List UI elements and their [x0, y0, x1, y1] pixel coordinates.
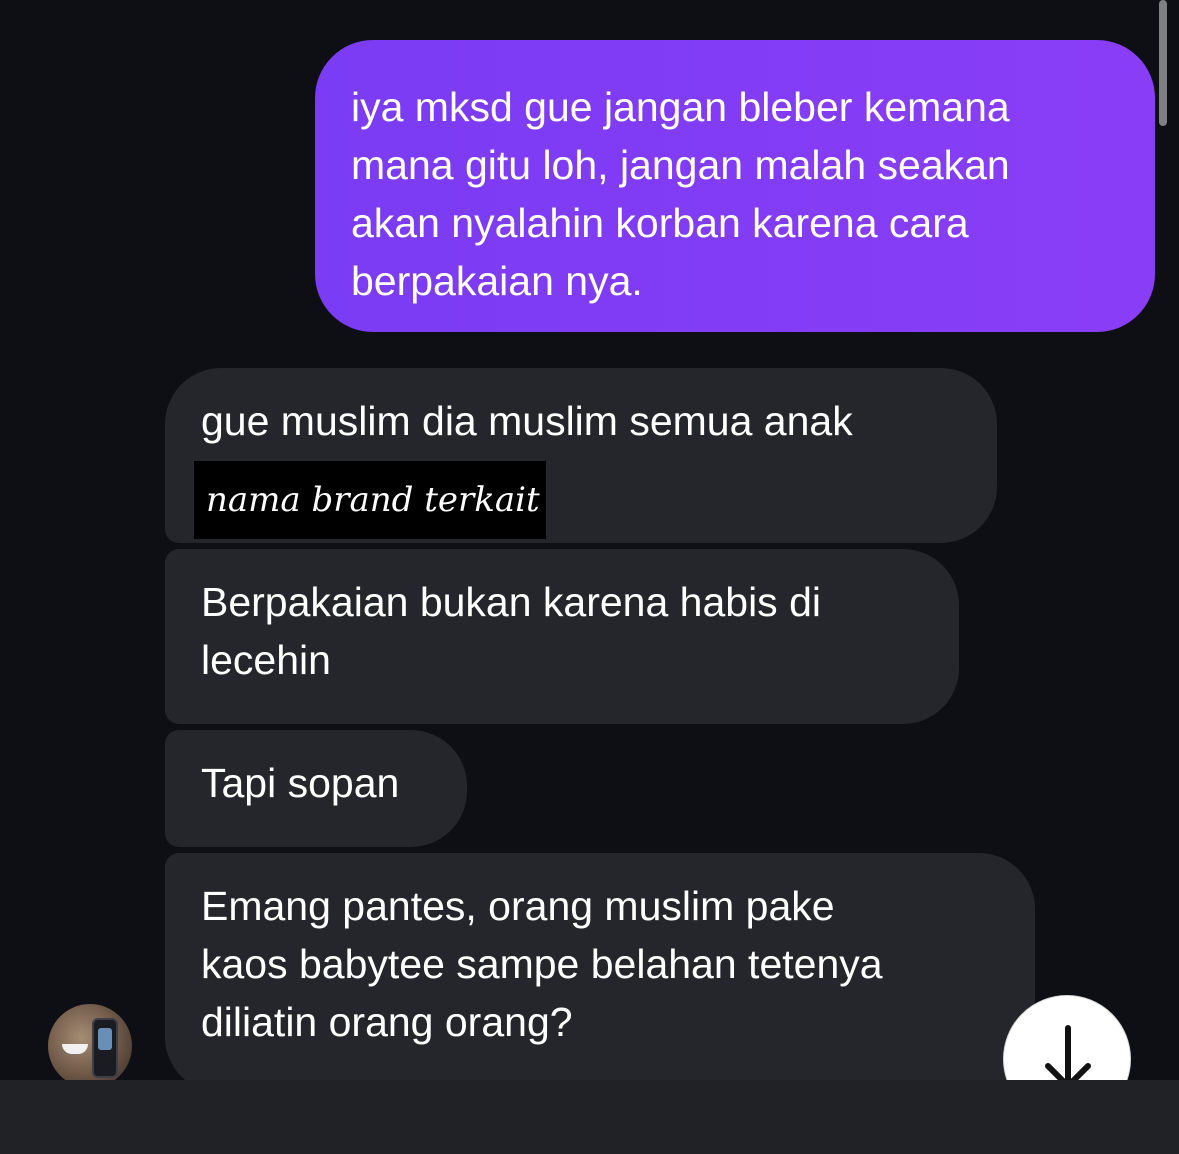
avatar-phone	[92, 1018, 118, 1078]
scrollbar[interactable]	[1159, 0, 1167, 126]
arrow-down-icon	[1045, 1025, 1091, 1080]
message-outgoing[interactable]: iya mksd gue jangan bleber kemana mana g…	[315, 40, 1155, 332]
message-incoming[interactable]: Berpakaian bukan karena habis di lecehin	[165, 549, 959, 724]
user-avatar[interactable]	[48, 1004, 132, 1080]
composer-bar[interactable]	[0, 1080, 1179, 1154]
message-incoming[interactable]: Emang pantes, orang muslim pake kaos bab…	[165, 853, 1035, 1080]
message-incoming[interactable]: Tapi sopan	[165, 730, 467, 847]
redaction-label: nama brand terkait	[194, 461, 546, 539]
avatar-face	[62, 1044, 88, 1054]
chat-thread[interactable]: iya mksd gue jangan bleber kemana mana g…	[0, 0, 1179, 1080]
